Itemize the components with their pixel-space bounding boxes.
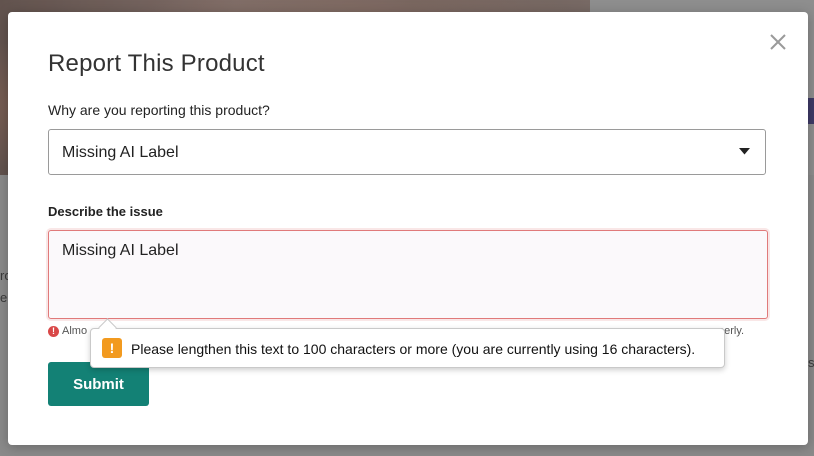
warning-icon: ! [102, 338, 122, 358]
reason-label: Why are you reporting this product? [48, 102, 270, 118]
report-product-modal: Report This Product Why are you reportin… [8, 12, 808, 445]
modal-title: Report This Product [48, 50, 265, 77]
error-message: ! Almo [48, 325, 87, 337]
background-text-fragment: s [808, 355, 814, 370]
tooltip-message: Please lengthen this text to 100 charact… [131, 341, 696, 357]
close-button[interactable] [768, 32, 788, 52]
describe-textarea[interactable]: Missing AI Label [48, 230, 768, 319]
submit-button[interactable]: Submit [48, 362, 149, 406]
describe-label: Describe the issue [48, 204, 163, 219]
reason-select-value: Missing AI Label [62, 144, 179, 161]
background-text-fragment: e [0, 290, 8, 305]
reason-select[interactable]: Missing AI Label [48, 129, 766, 175]
validation-tooltip: ! Please lengthen this text to 100 chara… [90, 318, 725, 368]
error-text-start: Almo [62, 325, 88, 337]
close-icon [770, 34, 786, 50]
error-icon: ! [48, 325, 59, 337]
caret-down-icon [739, 148, 750, 155]
